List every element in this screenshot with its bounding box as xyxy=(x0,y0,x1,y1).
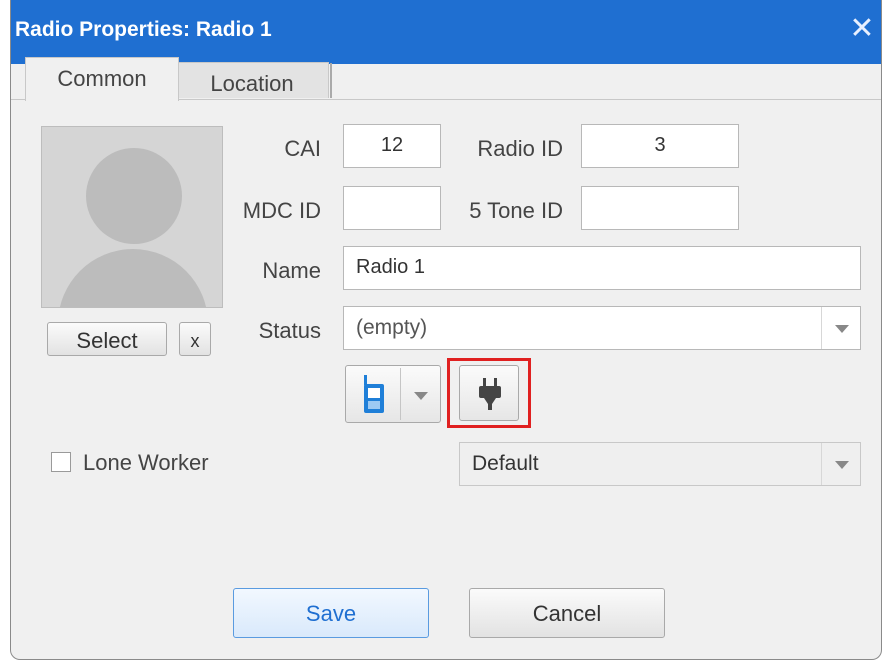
cai-field[interactable]: 12 xyxy=(343,124,441,168)
five-tone-id-label: 5 Tone ID xyxy=(469,198,563,223)
device-type-selector[interactable] xyxy=(345,365,441,423)
lone-worker-profile-value: Default xyxy=(472,452,539,475)
name-label: Name xyxy=(262,258,321,283)
power-plug-icon xyxy=(479,378,501,410)
avatar-head xyxy=(86,148,182,244)
lone-worker-profile-dropdown[interactable]: Default xyxy=(459,442,861,486)
dialog-title: Radio Properties: Radio 1 xyxy=(15,18,272,41)
lone-worker-label: Lone Worker xyxy=(83,450,209,475)
cancel-button[interactable]: Cancel xyxy=(469,588,665,638)
mdc-id-field[interactable] xyxy=(343,186,441,230)
handheld-radio-icon[interactable] xyxy=(360,374,388,414)
split-divider xyxy=(400,368,401,420)
lone-worker-checkbox[interactable] xyxy=(51,452,71,472)
select-avatar-button[interactable]: Select xyxy=(47,322,167,356)
chevron-down-icon[interactable] xyxy=(821,443,860,485)
cai-label: CAI xyxy=(284,136,321,161)
close-icon[interactable]: ✕ xyxy=(847,14,877,44)
save-button[interactable]: Save xyxy=(233,588,429,638)
radio-id-label: Radio ID xyxy=(477,136,563,161)
status-value: (empty) xyxy=(356,316,428,339)
status-dropdown[interactable]: (empty) xyxy=(343,306,861,350)
status-label: Status xyxy=(258,318,321,343)
mdc-id-label: MDC ID xyxy=(242,198,321,223)
chevron-down-icon[interactable] xyxy=(821,307,860,349)
clear-avatar-button[interactable]: x xyxy=(179,322,211,356)
radio-id-field[interactable]: 3 xyxy=(581,124,739,168)
person-silhouette-icon xyxy=(41,126,223,308)
chevron-down-icon[interactable] xyxy=(402,366,440,422)
tab-common[interactable]: Common xyxy=(25,57,179,101)
title-bar: Radio Properties: Radio 1 ✕ xyxy=(11,0,881,64)
name-field[interactable]: Radio 1 xyxy=(343,246,861,290)
five-tone-id-field[interactable] xyxy=(581,186,739,230)
radio-properties-dialog: Radio Properties: Radio 1 ✕ Common Locat… xyxy=(10,0,882,660)
avatar-body xyxy=(58,249,208,307)
tab-location[interactable]: Location xyxy=(175,62,332,98)
power-plug-button[interactable] xyxy=(459,365,519,421)
